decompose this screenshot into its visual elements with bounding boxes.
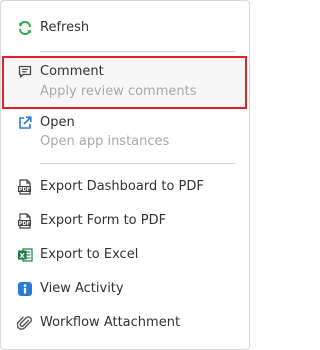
menu-item-label: Open (40, 115, 75, 130)
menu-item-export-dashboard-pdf[interactable]: PDF Export Dashboard to PDF (1, 177, 249, 199)
menu-item-export-form-pdf[interactable]: PDF Export Form to PDF (1, 211, 249, 233)
menu-item-sublabel: Apply review comments (40, 84, 197, 99)
menu-divider (40, 163, 236, 164)
pdf-icon: PDF (17, 213, 33, 229)
menu-item-label: Refresh (40, 20, 90, 35)
menu-item-open[interactable]: Open Open app instances (1, 114, 249, 154)
menu-item-label: Export Form to PDF (40, 213, 167, 228)
menu-item-refresh[interactable]: Refresh (1, 15, 249, 41)
menu-item-sublabel: Open app instances (40, 134, 170, 149)
menu-item-label: View Activity (40, 281, 124, 296)
menu-item-label: Comment (40, 64, 104, 79)
pdf-icon: PDF (17, 179, 33, 195)
menu-item-comment[interactable]: Comment Apply review comments (1, 58, 249, 107)
menu-divider (40, 51, 236, 52)
menu-item-workflow-attachment[interactable]: Workflow Attachment (1, 313, 249, 335)
info-icon (17, 281, 33, 297)
open-external-icon (17, 115, 33, 131)
menu-item-label: Export to Excel (40, 247, 139, 262)
refresh-icon (17, 20, 33, 36)
excel-icon: X (17, 247, 33, 263)
svg-text:PDF: PDF (19, 187, 30, 193)
comment-icon (17, 64, 33, 80)
context-menu: Refresh Comment Apply review comments Op… (0, 0, 250, 350)
svg-text:PDF: PDF (19, 221, 30, 227)
menu-item-export-excel[interactable]: X Export to Excel (1, 245, 249, 267)
menu-item-label: Workflow Attachment (40, 315, 181, 330)
svg-text:X: X (20, 252, 26, 260)
paperclip-icon (17, 315, 33, 331)
menu-item-label: Export Dashboard to PDF (40, 179, 204, 194)
menu-item-view-activity[interactable]: View Activity (1, 279, 249, 301)
